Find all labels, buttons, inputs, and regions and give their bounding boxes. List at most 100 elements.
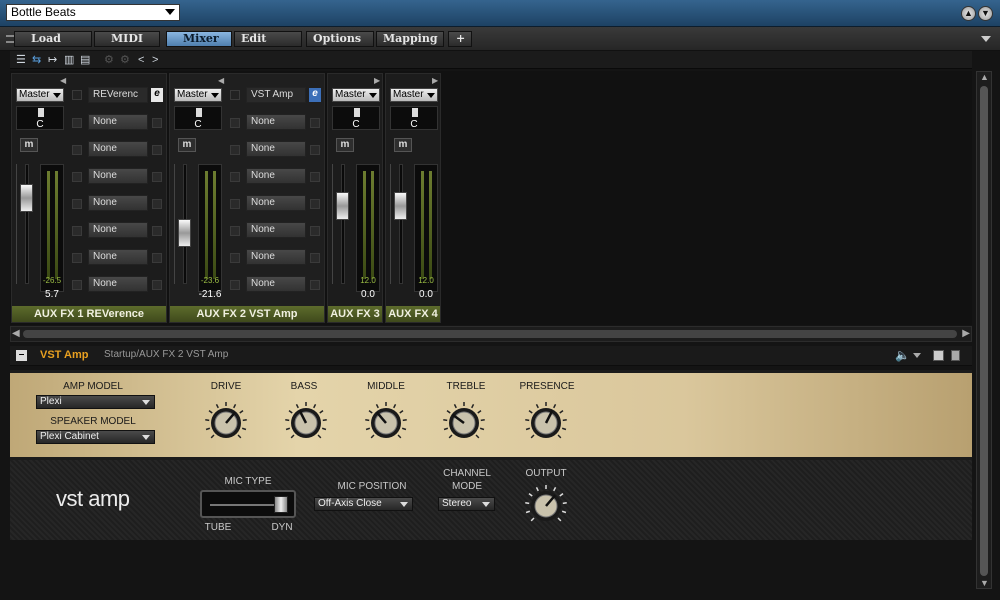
insert-slot-5[interactable]: None <box>246 195 306 211</box>
insert-slot-8[interactable]: None <box>246 276 306 292</box>
tab-midi[interactable]: MIDI <box>94 31 160 47</box>
insert-edit-icon[interactable] <box>152 226 162 236</box>
mute-button[interactable]: m <box>20 138 38 152</box>
trash-icon[interactable] <box>951 350 960 361</box>
insert-toggle-icon[interactable] <box>230 118 240 128</box>
insert-toggle-icon[interactable] <box>230 145 240 155</box>
middle-knob[interactable] <box>364 401 408 445</box>
volume-fader[interactable] <box>20 184 33 213</box>
insert-edit-icon[interactable] <box>152 172 162 182</box>
insert-slot-1[interactable]: REVerenc <box>88 87 148 103</box>
scrollbar-thumb[interactable] <box>980 86 988 576</box>
switch-handle[interactable] <box>274 496 288 513</box>
collapse-icon[interactable]: ◀ <box>60 76 66 85</box>
pan-control[interactable]: C <box>16 106 64 130</box>
expand-icon[interactable]: ▶ <box>432 76 438 85</box>
chevron-down-icon[interactable] <box>913 353 921 358</box>
edit-plugin-button[interactable]: e <box>309 88 321 102</box>
insert-slot-1[interactable]: VST Amp <box>246 87 306 103</box>
insert-slot-7[interactable]: None <box>88 249 148 265</box>
output-select[interactable]: Master <box>332 88 380 102</box>
output-knob[interactable] <box>524 484 568 528</box>
output-select[interactable]: Master <box>174 88 222 102</box>
pan-control[interactable]: C <box>390 106 438 130</box>
insert-slot-8[interactable]: None <box>88 276 148 292</box>
scrollbar-thumb[interactable] <box>23 330 957 338</box>
insert-toggle-icon[interactable] <box>72 253 82 263</box>
insert-bypass-icon[interactable] <box>72 90 82 100</box>
presence-knob[interactable] <box>524 401 568 445</box>
insert-edit-icon[interactable] <box>310 226 320 236</box>
pan-control[interactable]: C <box>174 106 222 130</box>
preset-selector[interactable]: Bottle Beats <box>6 4 180 21</box>
tab-load[interactable]: Load <box>14 31 92 47</box>
insert-slot-4[interactable]: None <box>246 168 306 184</box>
nav-next-icon[interactable]: > <box>152 54 158 66</box>
amp-model-select[interactable]: Plexi <box>36 395 155 409</box>
bass-knob[interactable] <box>284 401 328 445</box>
collapse-icon[interactable]: ◀ <box>218 76 224 85</box>
insert-slot-3[interactable]: None <box>88 141 148 157</box>
channel-mode-select[interactable]: Stereo <box>438 497 495 511</box>
insert-toggle-icon[interactable] <box>230 280 240 290</box>
vertical-scrollbar[interactable]: ▲ ▼ <box>976 71 992 589</box>
insert-toggle-icon[interactable] <box>230 253 240 263</box>
pan-control[interactable]: C <box>332 106 380 130</box>
insert-slot-3[interactable]: None <box>246 141 306 157</box>
tab-mixer[interactable]: Mixer <box>166 31 232 47</box>
tab-mapping[interactable]: Mapping <box>376 31 444 47</box>
scroll-left-icon[interactable]: ◀ <box>12 328 20 339</box>
insert-toggle-icon[interactable] <box>72 280 82 290</box>
mute-button[interactable]: m <box>336 138 354 152</box>
insert-edit-icon[interactable] <box>152 145 162 155</box>
insert-edit-icon[interactable] <box>310 172 320 182</box>
edit-plugin-button[interactable]: e <box>151 88 163 102</box>
tab-edit[interactable]: Edit <box>234 31 302 47</box>
insert-edit-icon[interactable] <box>152 199 162 209</box>
insert-toggle-icon[interactable] <box>72 226 82 236</box>
strips-icon[interactable]: ▥ <box>64 54 74 66</box>
insert-bypass-icon[interactable] <box>230 90 240 100</box>
insert-slot-6[interactable]: None <box>246 222 306 238</box>
insert-toggle-icon[interactable] <box>230 172 240 182</box>
insert-slot-4[interactable]: None <box>88 168 148 184</box>
insert-slot-2[interactable]: None <box>246 114 306 130</box>
add-tab-button[interactable]: + <box>448 31 472 47</box>
insert-toggle-icon[interactable] <box>230 199 240 209</box>
mic-type-switch[interactable] <box>200 490 296 518</box>
link-icon[interactable]: ⇆ <box>32 54 41 66</box>
collapse-button[interactable]: – <box>16 350 27 361</box>
insert-edit-icon[interactable] <box>310 199 320 209</box>
insert-edit-icon[interactable] <box>310 118 320 128</box>
horizontal-scrollbar[interactable]: ◀ ▶ <box>10 326 972 342</box>
output-select[interactable]: Master <box>390 88 438 102</box>
speaker-icon[interactable]: 🔈 <box>895 348 910 362</box>
output-select[interactable]: Master <box>16 88 64 102</box>
list-view-icon[interactable]: ☰ <box>16 54 26 66</box>
scroll-right-icon[interactable]: ▶ <box>962 328 970 339</box>
treble-knob[interactable] <box>442 401 486 445</box>
mute-button[interactable]: m <box>394 138 412 152</box>
insert-edit-icon[interactable] <box>152 280 162 290</box>
gear-icon[interactable]: ⚙ <box>120 54 130 66</box>
save-icon[interactable] <box>933 350 944 361</box>
route-icon[interactable]: ↦ <box>48 54 57 66</box>
insert-edit-icon[interactable] <box>152 253 162 263</box>
speaker-model-select[interactable]: Plexi Cabinet <box>36 430 155 444</box>
expand-icon[interactable]: ▶ <box>374 76 380 85</box>
scroll-up-icon[interactable]: ▲ <box>980 72 989 82</box>
settings-icon[interactable]: ⚙ <box>104 54 114 66</box>
mic-position-select[interactable]: Off-Axis Close <box>314 497 413 511</box>
tab-options[interactable]: Options <box>306 31 374 47</box>
chevron-down-icon[interactable] <box>981 36 991 42</box>
insert-toggle-icon[interactable] <box>72 172 82 182</box>
insert-toggle-icon[interactable] <box>72 145 82 155</box>
insert-slot-7[interactable]: None <box>246 249 306 265</box>
drive-knob[interactable] <box>204 401 248 445</box>
columns-icon[interactable]: ▤ <box>80 54 90 66</box>
insert-edit-icon[interactable] <box>310 280 320 290</box>
volume-fader[interactable] <box>394 191 407 220</box>
insert-slot-5[interactable]: None <box>88 195 148 211</box>
volume-fader[interactable] <box>336 191 349 220</box>
insert-edit-icon[interactable] <box>310 145 320 155</box>
